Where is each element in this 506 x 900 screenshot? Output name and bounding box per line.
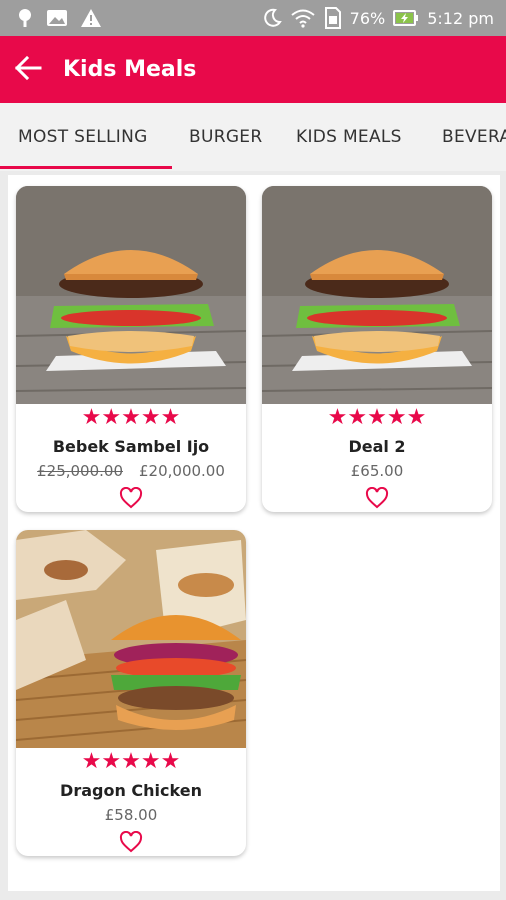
price: £65.00 — [350, 462, 404, 480]
product-name: Dragon Chicken — [60, 781, 202, 800]
arrow-left-icon — [14, 54, 42, 86]
product-image — [262, 186, 492, 404]
product-card[interactable]: ★★★★★ Dragon Chicken £58.00 — [16, 530, 246, 856]
product-name: Bebek Sambel Ijo — [52, 437, 210, 456]
price: £20,000.00 — [139, 462, 225, 480]
heart-icon[interactable] — [365, 486, 389, 512]
page-title: Kids Meals — [63, 57, 197, 82]
sim-icon — [324, 7, 342, 29]
tab-kids-meals[interactable]: KIDS MEALS — [296, 103, 402, 171]
tab-beverages[interactable]: BEVERA — [442, 103, 506, 171]
tab-indicator — [0, 166, 172, 169]
tab-burger[interactable]: BURGER — [189, 103, 262, 171]
battery-charging-icon — [393, 9, 419, 27]
product-card[interactable]: ★★★★★ Deal 2 £65.00 — [262, 186, 492, 512]
image-icon — [46, 9, 68, 27]
product-grid: ★★★★★ Bebek Sambel Ijo £25,000.00 £20,000… — [8, 175, 500, 891]
category-tabs: MOST SELLING BURGER KIDS MEALS BEVERA — [0, 103, 506, 171]
product-name: Deal 2 — [348, 437, 406, 456]
moon-icon — [262, 8, 282, 28]
product-image — [16, 530, 246, 748]
heart-icon[interactable] — [119, 830, 143, 856]
price-row: £25,000.00 £20,000.00 — [16, 461, 246, 481]
product-card[interactable]: ★★★★★ Bebek Sambel Ijo £25,000.00 £20,000… — [16, 186, 246, 512]
clock: 5:12 pm — [427, 8, 494, 28]
rating-stars: ★★★★★ — [81, 405, 181, 430]
status-bar: 76% 5:12 pm — [0, 0, 506, 36]
app-bar: Kids Meals — [0, 36, 506, 103]
warning-icon — [80, 8, 102, 28]
price-row: £58.00 — [16, 805, 246, 825]
rating-stars: ★★★★★ — [327, 405, 427, 430]
maps-pin-icon — [16, 8, 34, 28]
heart-icon[interactable] — [119, 486, 143, 512]
price-row: £65.00 — [262, 461, 492, 481]
rating-stars: ★★★★★ — [81, 749, 181, 774]
product-image — [16, 186, 246, 404]
old-price: £25,000.00 — [37, 462, 123, 480]
back-button[interactable] — [13, 55, 43, 85]
price: £58.00 — [104, 806, 158, 824]
wifi-icon — [290, 8, 316, 28]
battery-percent: 76% — [349, 8, 386, 28]
tab-most-selling[interactable]: MOST SELLING — [18, 103, 148, 171]
